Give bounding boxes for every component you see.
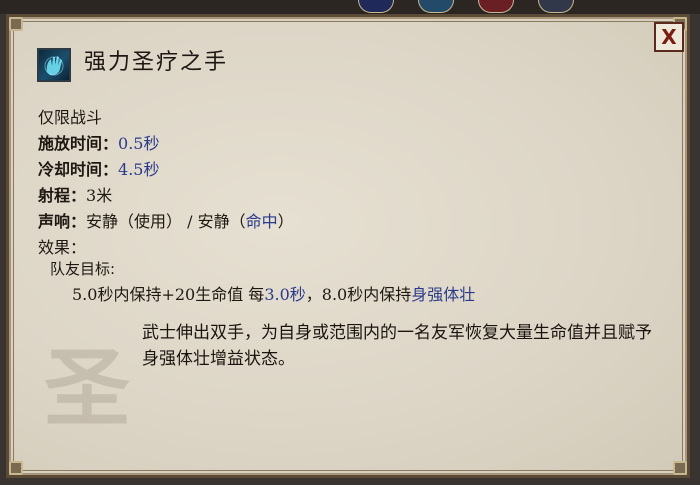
effects-label: 效果： (38, 238, 87, 257)
ability-description: 武士伸出双手，为自身或范围内的一名友军恢复大量生命值并且赋予身强体壮增益状态。 (142, 323, 652, 369)
effect-interval: 3.0秒 (264, 285, 306, 304)
top-ability-slot-4[interactable] (538, 0, 574, 13)
range-value: 3米 (86, 186, 113, 205)
healing-hand-icon (37, 48, 71, 82)
sound-label: 声响： (38, 212, 87, 231)
effect-detail: 5.0秒内保持+20生命值 每3.0秒，8.0秒内保持身强体壮 (72, 281, 475, 305)
cast-time-row: 施放时间：0.5秒 (38, 130, 159, 154)
cast-time-label: 施放时间： (38, 134, 119, 153)
range-row: 射程：3米 (38, 182, 112, 206)
panel-corner-ornament (673, 461, 687, 475)
effect-status-link[interactable]: 身强体壮 (411, 285, 475, 304)
effect-heal-text: 5.0秒内保持+20生命值 每 (72, 285, 265, 304)
effect-duration-text: ，8.0秒内保持 (305, 285, 412, 304)
cooldown-value: 4.5秒 (118, 160, 160, 179)
ability-watermark: 圣 (44, 338, 130, 439)
panel-corner-ornament (9, 461, 23, 475)
top-action-bar (0, 0, 700, 14)
cast-time-value: 0.5秒 (118, 134, 160, 153)
ability-title: 强力圣疗之手 (84, 50, 229, 75)
sound-separator: / (182, 212, 198, 231)
sound-row: 声响：安静（使用） / 安静（命中） (38, 208, 294, 232)
panel-corner-ornament (9, 17, 23, 31)
top-ability-slot-3[interactable] (478, 0, 514, 13)
sound-hit-highlight: 命中 (245, 212, 278, 231)
target-label: 队友目标: (50, 260, 116, 278)
restriction-text: 仅限战斗 (38, 108, 103, 127)
sound-hit-suffix: ） (277, 212, 294, 231)
close-button[interactable]: X (654, 22, 684, 52)
sound-use: 安静（使用） (86, 212, 183, 231)
close-icon: X (661, 25, 677, 49)
cooldown-row: 冷却时间：4.5秒 (38, 156, 159, 180)
range-label: 射程： (38, 186, 87, 205)
top-ability-slot-2[interactable] (418, 0, 454, 13)
cooldown-label: 冷却时间： (38, 160, 119, 179)
top-ability-slot-1[interactable] (358, 0, 394, 13)
sound-hit-prefix: 安静（ (197, 212, 246, 231)
